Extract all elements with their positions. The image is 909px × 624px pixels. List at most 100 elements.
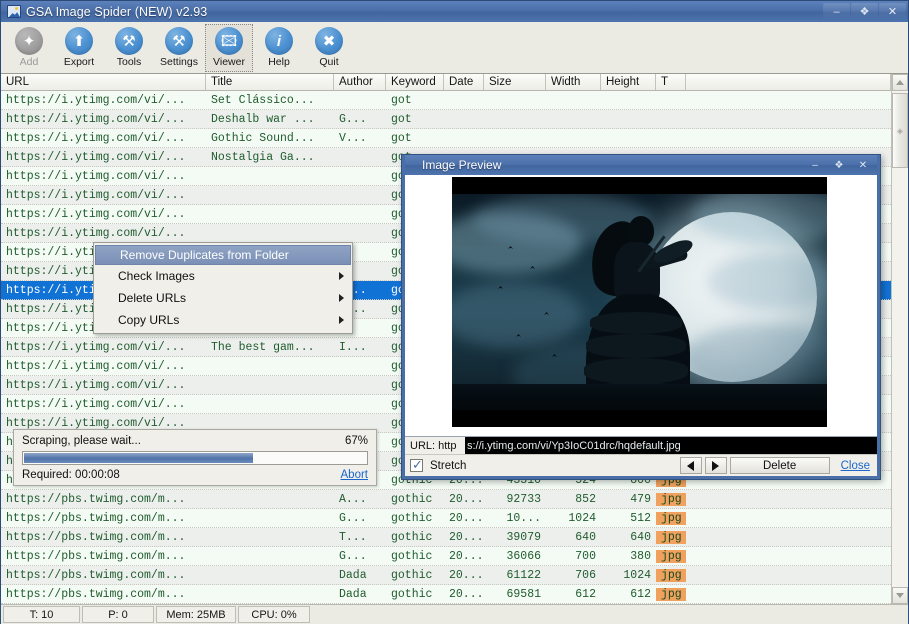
delete-image-button[interactable]: Delete — [729, 457, 830, 474]
cell-type: jpg — [656, 511, 686, 525]
cell-url: https://pbs.twimg.com/m... — [6, 530, 186, 544]
column-header-height[interactable]: Height — [601, 74, 656, 90]
stretch-checkbox[interactable] — [410, 457, 423, 473]
scroll-down-button[interactable] — [892, 587, 908, 604]
cell-url: https://i.ytimg.com/vi/... — [6, 188, 186, 202]
viewer-button-label: Viewer — [213, 56, 245, 68]
image-preview-window: Image Preview – ❖ ✕ URL: http s://i.ytim… — [401, 154, 881, 480]
table-row[interactable]: https://pbs.twimg.com/m... A... gothic 20..… — [1, 490, 891, 509]
menu-delete-urls-label: Delete URLs — [118, 291, 187, 305]
cell-date: 20... — [449, 530, 484, 544]
cell-url: https://i.ytimg.com/vi/... — [6, 340, 186, 354]
preview-close-button[interactable]: ✕ — [851, 157, 875, 173]
add-icon: ✦ — [15, 27, 43, 55]
column-header-url[interactable]: URL — [1, 74, 206, 90]
cell-key: gothic — [391, 511, 433, 525]
maximize-button[interactable]: ❖ — [851, 3, 878, 20]
previous-image-button[interactable] — [679, 457, 702, 474]
cell-width: 640 — [575, 530, 596, 544]
cell-height: 380 — [630, 549, 651, 563]
table-row[interactable]: https://pbs.twimg.com/m... G... gothic 20..… — [1, 547, 891, 566]
cell-type: jpg — [656, 492, 686, 506]
tools-icon: ⚒ — [115, 27, 143, 55]
column-header-width[interactable]: Width — [546, 74, 601, 90]
progress-status-text: Scraping, please wait... — [22, 435, 141, 447]
column-header-keyword[interactable]: Keyword — [386, 74, 444, 90]
cell-height: 640 — [630, 530, 651, 544]
settings-button[interactable]: ⚒ Settings — [155, 24, 203, 72]
minimize-button[interactable]: – — [823, 3, 850, 20]
scroll-up-button[interactable] — [892, 74, 908, 91]
add-button[interactable]: ✦ Add — [5, 24, 53, 72]
column-header-size[interactable]: Size — [484, 74, 546, 90]
menu-copy-urls[interactable]: Copy URLs — [94, 309, 352, 331]
main-window: GSA Image Spider (NEW) v2.93 – ❖ ✕ ✦ Add… — [0, 0, 909, 624]
cell-type: jpg — [656, 587, 686, 601]
tools-button[interactable]: ⚒ Tools — [105, 24, 153, 72]
menu-remove-duplicates[interactable]: Remove Duplicates from Folder — [95, 245, 351, 265]
menu-delete-urls[interactable]: Delete URLs — [94, 287, 352, 309]
submenu-arrow-icon — [339, 294, 344, 302]
table-row[interactable]: https://pbs.twimg.com/m... Dada gothic 20..… — [1, 566, 891, 585]
cell-url: https://i.ytimg.com/vi/... — [6, 131, 186, 145]
table-row[interactable]: https://pbs.twimg.com/m... T... gothic 20..… — [1, 528, 891, 547]
quit-button[interactable]: ✖ Quit — [305, 24, 353, 72]
menu-remove-duplicates-label: Remove Duplicates from Folder — [120, 248, 289, 262]
preview-minimize-button[interactable]: – — [803, 157, 827, 173]
help-button[interactable]: i Help — [255, 24, 303, 72]
cell-url: https://i.ytimg.com/vi/... — [6, 93, 186, 107]
cell-url: https://i.ytimg.com/vi/... — [6, 207, 186, 221]
table-row[interactable]: https://i.ytimg.com/vi/... Set Clássico..… — [1, 91, 891, 110]
cell-key: got — [391, 93, 412, 107]
preview-titlebar[interactable]: Image Preview – ❖ ✕ — [405, 155, 877, 175]
menu-check-images[interactable]: Check Images — [94, 265, 352, 287]
next-image-button[interactable] — [704, 457, 727, 474]
column-header-date[interactable]: Date — [444, 74, 484, 90]
cell-date: 20... — [449, 587, 484, 601]
window-titlebar[interactable]: GSA Image Spider (NEW) v2.93 – ❖ ✕ — [1, 1, 908, 22]
viewer-button[interactable]: 🖾 Viewer — [205, 24, 253, 72]
table-row[interactable]: https://pbs.twimg.com/m... G... gothic 20..… — [1, 509, 891, 528]
abort-link[interactable]: Abort — [341, 469, 369, 481]
table-row[interactable]: https://i.ytimg.com/vi/... Deshalb war ..… — [1, 110, 891, 129]
preview-canvas[interactable] — [405, 175, 877, 436]
ground — [452, 384, 827, 410]
progress-bar — [22, 451, 368, 465]
preview-maximize-button[interactable]: ❖ — [827, 157, 851, 173]
cloud — [707, 254, 827, 309]
column-header-title[interactable]: Title — [206, 74, 334, 90]
export-button-label: Export — [63, 56, 95, 68]
cell-width: 706 — [575, 568, 596, 582]
scroll-track[interactable]: ◈ — [892, 91, 908, 587]
cell-width: 700 — [575, 549, 596, 563]
image-app-icon — [409, 159, 422, 171]
status-pending: P: 0 — [82, 606, 154, 623]
cell-url: https://i.ytimg.com/vi/... — [6, 359, 186, 373]
status-threads: T: 10 — [3, 606, 80, 623]
cell-width: 852 — [575, 492, 596, 506]
gothic-moon-scene — [452, 194, 827, 410]
list-vertical-scrollbar[interactable]: ◈ — [891, 74, 908, 604]
export-button[interactable]: ⬆ Export — [55, 24, 103, 72]
scroll-thumb[interactable]: ◈ — [892, 93, 908, 168]
export-icon: ⬆ — [65, 27, 93, 55]
cell-key: gothic — [391, 549, 433, 563]
preview-toolbar: Stretch Delete Close — [405, 454, 877, 476]
settings-icon: ⚒ — [165, 27, 193, 55]
cell-author: Dada — [339, 568, 367, 582]
cell-title: Set Clássico... — [211, 93, 315, 107]
cell-date: 20... — [449, 492, 484, 506]
preview-image — [452, 177, 827, 427]
table-row[interactable]: https://i.ytimg.com/vi/... Gothic Sound..… — [1, 129, 891, 148]
cell-url: https://i.ytimg.com/vi/... — [6, 378, 186, 392]
column-header-type[interactable]: T — [656, 74, 686, 90]
cell-url: https://i.ytimg.com/vi/... — [6, 226, 186, 240]
cell-title: Deshalb war ... — [211, 112, 315, 126]
column-header-author[interactable]: Author — [334, 74, 386, 90]
cell-height: 479 — [630, 492, 651, 506]
preview-close-link[interactable]: Close — [841, 460, 870, 472]
column-header-extra[interactable] — [686, 74, 891, 90]
close-button[interactable]: ✕ — [879, 3, 906, 20]
cell-author: G... — [339, 112, 367, 126]
table-row[interactable]: https://pbs.twimg.com/m... Dada gothic 20..… — [1, 585, 891, 604]
